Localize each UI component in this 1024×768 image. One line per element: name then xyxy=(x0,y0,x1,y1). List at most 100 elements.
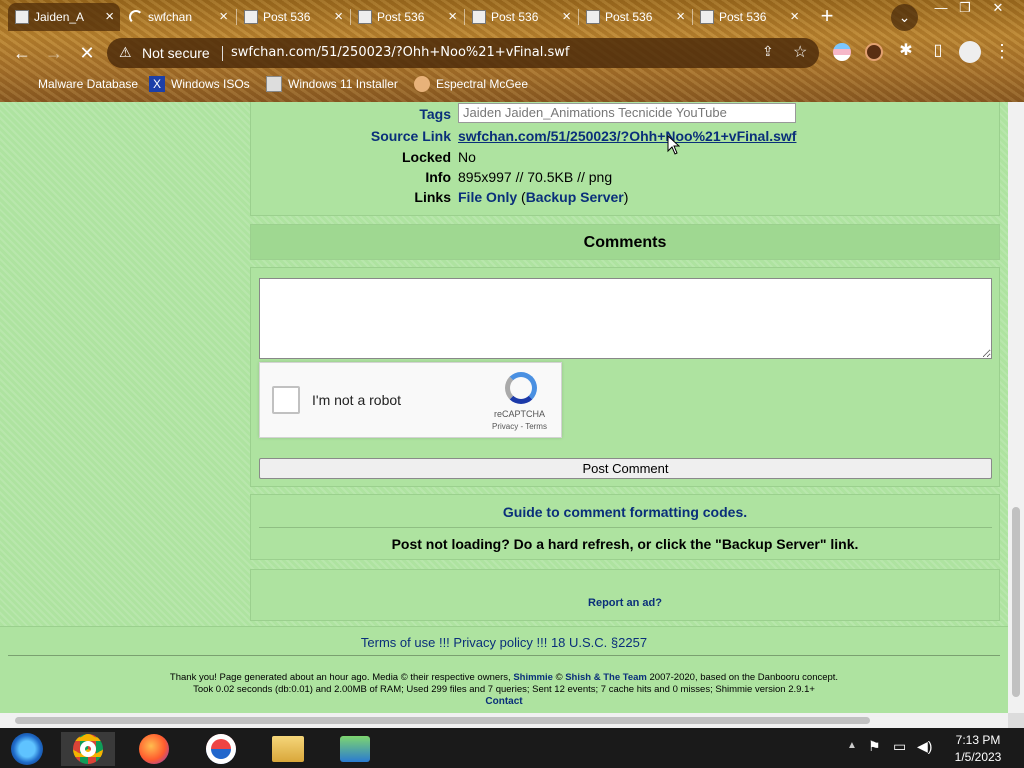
restore-icon[interactable]: ❐ xyxy=(950,0,980,18)
start-button[interactable] xyxy=(0,732,54,766)
toolbar: ← → ✕ ⚠ Not secure swfchan.com/51/250023… xyxy=(0,35,1024,71)
backup-server-link[interactable]: Backup Server xyxy=(526,189,624,205)
tab-1[interactable]: Jaiden_A × xyxy=(8,3,120,31)
forward-icon[interactable]: → xyxy=(42,41,66,65)
tab-favicon xyxy=(700,10,714,24)
page-content: Tags Jaiden Jaiden_Animations Tecnicide … xyxy=(0,102,1008,713)
footer-divider xyxy=(8,655,1000,656)
extension-avatar-icon[interactable] xyxy=(865,43,883,61)
tab-6[interactable]: Post 536 × xyxy=(579,3,691,31)
source-link[interactable]: swfchan.com/51/250023/?Ohh+Noo%21+vFinal… xyxy=(458,128,796,144)
bookmark-malware-database[interactable]: Malware Database xyxy=(16,76,138,92)
firefox-icon xyxy=(139,734,169,764)
recaptcha-brand: reCAPTCHA xyxy=(494,409,546,419)
recaptcha-widget: I'm not a robot reCAPTCHA Privacy - Term… xyxy=(259,362,562,438)
recaptcha-links[interactable]: Privacy - Terms xyxy=(492,422,547,431)
tab-label: swfchan xyxy=(148,10,193,24)
network-app-icon xyxy=(340,736,370,762)
taskbar-network[interactable] xyxy=(328,732,382,766)
horizontal-scrollbar[interactable] xyxy=(0,713,1008,728)
footer: Terms of use !!! Privacy policy !!! 18 U… xyxy=(0,626,1008,713)
bookmark-espectral-mcgee[interactable]: Espectral McGee xyxy=(414,76,528,92)
source-link-label: Source Link xyxy=(370,128,451,144)
bookmark-star-icon[interactable]: ☆ xyxy=(793,42,807,62)
tab-7[interactable]: Post 536 × xyxy=(693,3,805,31)
clock-time[interactable]: 7:13 PM xyxy=(948,733,1008,747)
menu-kebab-icon[interactable]: ⋮ xyxy=(990,39,1014,63)
tab-close-icon[interactable]: × xyxy=(334,8,343,25)
browser-chrome: Jaiden_A × swfchan × Post 536 × Post 536… xyxy=(0,0,1024,102)
character-icon xyxy=(414,76,430,92)
volume-icon[interactable]: ◀) xyxy=(917,738,932,755)
share-icon[interactable]: ⇪ xyxy=(762,43,774,60)
tab-2[interactable]: swfchan × xyxy=(122,3,234,31)
taskbar-firefox[interactable] xyxy=(127,732,181,766)
tab-close-icon[interactable]: × xyxy=(448,8,457,25)
warning-icon: ⚠ xyxy=(119,44,132,60)
side-panel-icon[interactable]: ▯ xyxy=(926,39,950,63)
taskbar-opera[interactable] xyxy=(194,732,248,766)
tab-search-chevron-icon[interactable]: ⌄ xyxy=(891,4,918,31)
tab-close-icon[interactable]: × xyxy=(676,8,685,25)
scroll-thumb[interactable] xyxy=(1012,507,1020,697)
tab-close-icon[interactable]: × xyxy=(562,8,571,25)
terms-link[interactable]: Terms of use xyxy=(361,635,435,650)
post-comment-button[interactable]: Post Comment xyxy=(259,458,992,479)
tab-close-icon[interactable]: × xyxy=(219,8,228,25)
tab-3[interactable]: Post 536 × xyxy=(237,3,349,31)
recaptcha-logo-icon xyxy=(505,372,537,404)
mouse-cursor-icon xyxy=(667,135,680,155)
tab-close-icon[interactable]: × xyxy=(105,8,114,25)
tab-4[interactable]: Post 536 × xyxy=(351,3,463,31)
tab-close-icon[interactable]: × xyxy=(790,8,799,25)
extension-flag-icon[interactable] xyxy=(833,43,851,61)
security-label: Not secure xyxy=(142,45,210,61)
scroll-thumb[interactable] xyxy=(15,717,870,724)
folder-icon xyxy=(16,76,32,92)
tab-label: Post 536 xyxy=(491,10,539,24)
tab-5[interactable]: Post 536 × xyxy=(465,3,577,31)
locked-label: Locked xyxy=(401,149,451,165)
usc-link[interactable]: 18 U.S.C. §2257 xyxy=(551,635,647,650)
tray-expand-icon[interactable]: ▲ xyxy=(847,740,857,751)
formatting-guide-link[interactable]: Guide to comment formatting codes. xyxy=(251,504,999,520)
taskbar: ▲ ⚑ ▭ ◀) 7:13 PM 1/5/2023 xyxy=(0,728,1024,768)
stop-loading-icon[interactable]: ✕ xyxy=(75,41,99,65)
bookmark-windows-11-installer[interactable]: Windows 11 Installer xyxy=(266,76,398,92)
captcha-label: I'm not a robot xyxy=(312,392,402,408)
flag-icon[interactable]: ⚑ xyxy=(868,738,881,755)
vertical-scrollbar[interactable] xyxy=(1008,102,1024,713)
network-icon[interactable]: ▭ xyxy=(893,738,906,755)
shimmie-link[interactable]: Shimmie xyxy=(513,672,553,683)
file-only-link[interactable]: File Only xyxy=(458,189,517,205)
new-tab-button[interactable]: + xyxy=(815,5,839,29)
comment-form-panel: I'm not a robot reCAPTCHA Privacy - Term… xyxy=(250,267,1000,487)
locked-value: No xyxy=(458,149,476,165)
back-icon[interactable]: ← xyxy=(10,41,34,65)
tags-label: Tags xyxy=(419,106,451,122)
extensions-puzzle-icon[interactable]: ✱ xyxy=(894,39,918,63)
x-logo-icon: X xyxy=(149,76,165,92)
bookmark-label: Malware Database xyxy=(38,77,139,91)
footer-sep: !!! xyxy=(532,635,551,650)
links-value: File Only (Backup Server) xyxy=(458,189,628,205)
contact-link[interactable]: Contact xyxy=(0,696,1008,707)
url-text[interactable]: swfchan.com/51/250023/?Ohh+Noo%21+vFinal… xyxy=(231,45,569,60)
comment-textarea[interactable] xyxy=(259,278,992,359)
clock-date[interactable]: 1/5/2023 xyxy=(948,750,1008,764)
taskbar-chrome[interactable] xyxy=(61,732,115,766)
chrome-icon xyxy=(73,734,103,764)
tab-favicon xyxy=(472,10,486,24)
tags-input[interactable]: Jaiden Jaiden_Animations Tecnicide YouTu… xyxy=(458,103,796,123)
close-window-icon[interactable]: ✕ xyxy=(983,0,1013,18)
captcha-checkbox[interactable] xyxy=(272,386,300,414)
shish-link[interactable]: Shish & The Team xyxy=(565,672,647,683)
tab-label: Post 536 xyxy=(605,10,653,24)
taskbar-explorer[interactable] xyxy=(261,732,315,766)
profile-avatar-icon[interactable] xyxy=(959,41,981,63)
report-ad-link[interactable]: Report an ad? xyxy=(251,597,999,609)
privacy-link[interactable]: Privacy policy xyxy=(453,635,532,650)
bookmark-windows-isos[interactable]: X Windows ISOs xyxy=(149,76,250,92)
credits-text: Thank you! Page generated about an hour … xyxy=(169,672,514,683)
address-bar[interactable]: ⚠ Not secure swfchan.com/51/250023/?Ohh+… xyxy=(107,38,819,68)
